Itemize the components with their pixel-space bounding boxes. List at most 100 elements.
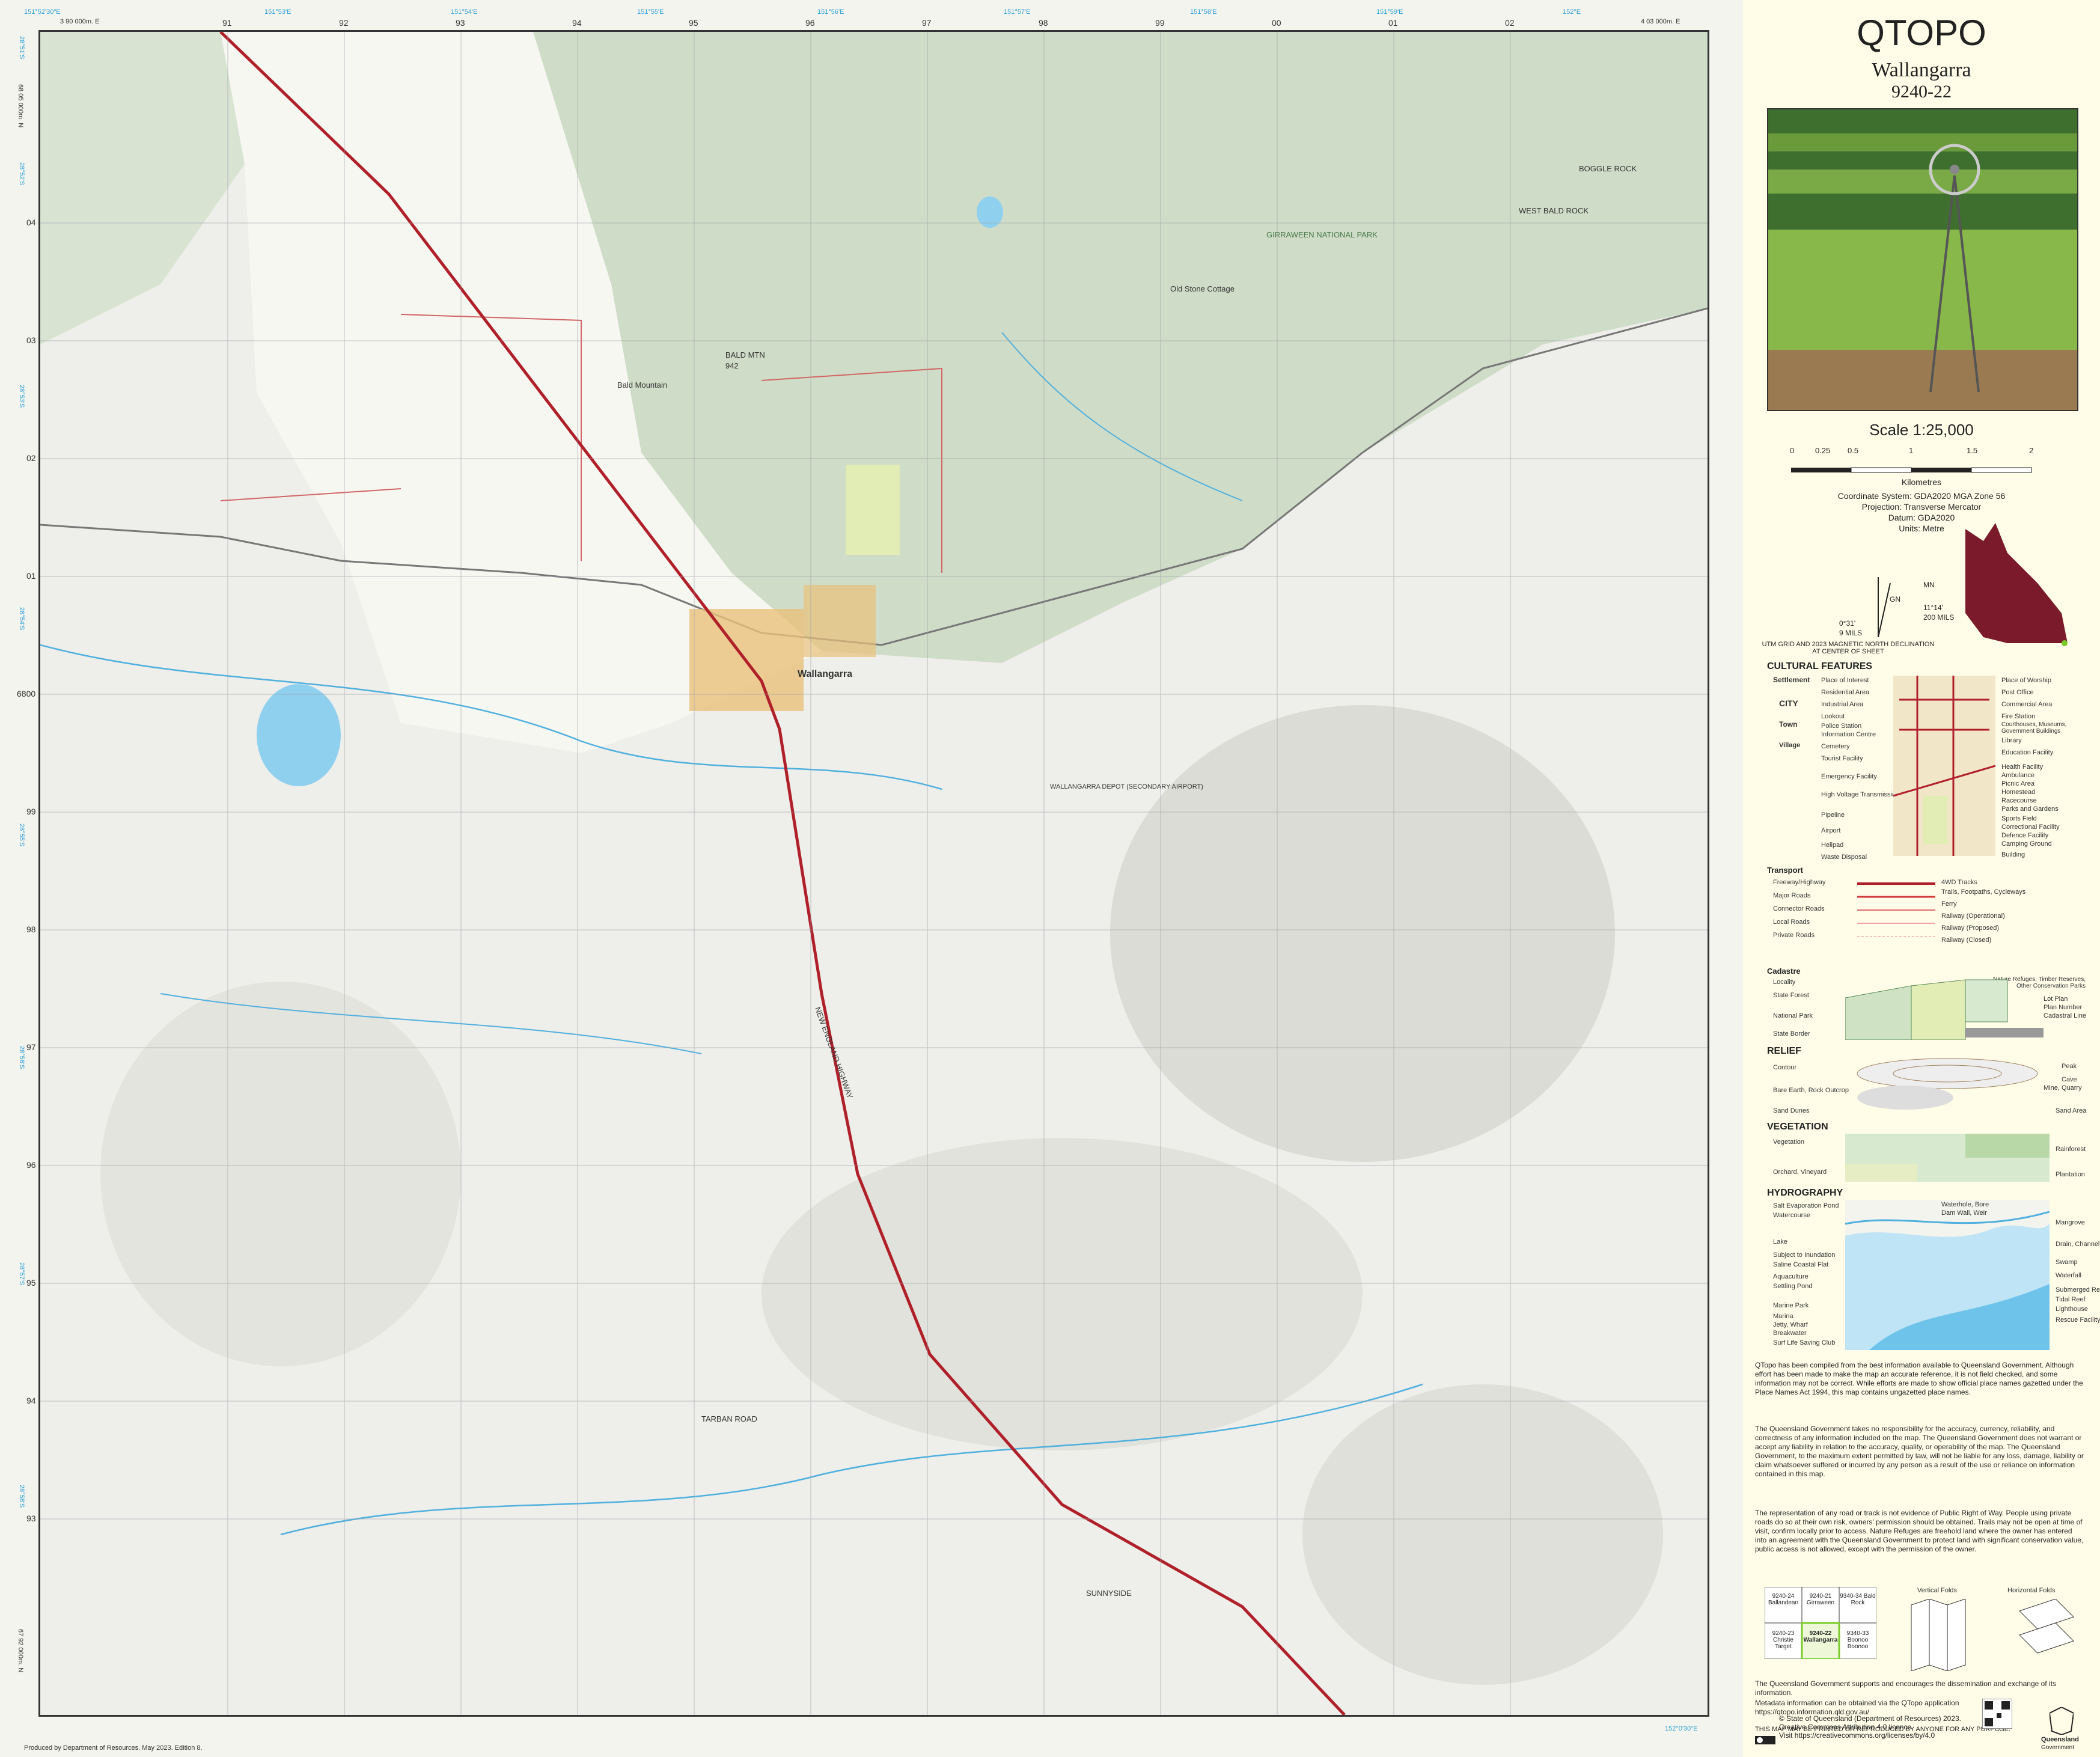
- legend-item: Lookout: [1821, 713, 1845, 720]
- legend-cadastre-header: Cadastre: [1767, 967, 1801, 976]
- place-wallangarra: Wallangarra: [798, 669, 852, 679]
- copyright-line: © State of Queensland (Department of Res…: [1779, 1714, 1962, 1723]
- legend-item: Library: [2001, 737, 2022, 744]
- legend-item: Contour: [1773, 1064, 1797, 1071]
- grid-label: 6800: [17, 689, 36, 698]
- scale-tick: 2: [2029, 446, 2034, 455]
- legend-item: State Forest: [1773, 992, 1809, 999]
- legend-item: Residential Area: [1821, 689, 1870, 696]
- legend-cultural-header: CULTURAL FEATURES: [1767, 661, 1873, 671]
- gn-label: GN: [1890, 595, 1900, 603]
- map-subtitle: Wallangarra: [1872, 59, 1971, 81]
- longitude-label: 151°56'E: [817, 8, 844, 16]
- legend-city: CITY: [1779, 698, 1798, 708]
- forest-area-nw: [40, 32, 245, 344]
- grid-label: 94: [572, 18, 582, 28]
- legend-item: Industrial Area: [1821, 701, 1864, 708]
- legend-item: Cemetery: [1821, 743, 1850, 750]
- place-tarban-road: TARBAN ROAD: [701, 1414, 757, 1423]
- legend-item: State Border: [1773, 1030, 1810, 1037]
- place-old-stone-cottage: Old Stone Cottage: [1170, 284, 1235, 293]
- grid-label: 96: [26, 1160, 36, 1170]
- legend-item: Railway (Proposed): [1941, 924, 1999, 932]
- legend-item: Marina: [1773, 1313, 1793, 1320]
- legend-item: Saline Coastal Flat: [1773, 1261, 1829, 1268]
- legend-item: Railway (Closed): [1941, 937, 1992, 944]
- legend-item: Marine Park: [1773, 1302, 1809, 1309]
- qr-code-icon: [1982, 1699, 2012, 1729]
- legend-hydro-graphic: [1845, 1200, 2050, 1350]
- legend-item: Waste Disposal: [1821, 854, 1867, 861]
- grid-label: 03: [26, 335, 36, 345]
- scale-label: Scale 1:25,000: [1869, 421, 1974, 439]
- latitude-label: 28°54'S: [18, 607, 25, 631]
- legend-item: Submerged Reef: [2056, 1286, 2100, 1294]
- longitude-label: 151°53'E: [264, 8, 291, 16]
- legend-item: Subject to Inundation: [1773, 1251, 1836, 1259]
- scale-tick: 1: [1909, 446, 1914, 455]
- legend-item: Building: [2001, 851, 2025, 858]
- queensland-locator-map: [1965, 523, 2068, 646]
- legend-item: Cadastral Line: [2044, 1012, 2086, 1019]
- cover-photo: [1767, 108, 2078, 411]
- legend-item: Dam Wall, Weir: [1941, 1209, 1987, 1217]
- legend-item: Aquaculture: [1773, 1273, 1809, 1280]
- park-area: [846, 465, 900, 555]
- grid-label: 94: [26, 1396, 36, 1405]
- legend-item: Racecourse: [2001, 797, 2037, 804]
- mn-label: MN: [1923, 581, 1935, 589]
- legend-item: Place of Worship: [2001, 677, 2051, 684]
- vertical-folds-label: Vertical Folds: [1917, 1587, 1958, 1594]
- index-cell: 9240-21 Girraween: [1806, 1593, 1835, 1606]
- map-title: QTOPO: [1857, 13, 1986, 53]
- longitude-label: 151°52'30"E: [24, 8, 61, 16]
- place-girraween: GIRRAWEEN NATIONAL PARK: [1266, 230, 1378, 239]
- grid-corner-label: 3 90 000m. E: [60, 18, 100, 25]
- grid-label: 98: [26, 924, 36, 934]
- mn-value: 11°14': [1923, 603, 1943, 612]
- legend-vegetation-graphic: [1845, 1134, 2050, 1182]
- lake: [257, 684, 341, 786]
- legend-settlement: Settlement: [1773, 676, 1810, 684]
- legend-item: Waterhole, Bore: [1941, 1201, 1989, 1208]
- map-frame[interactable]: Wallangarra BALD MTN 942 Bald Mountain G…: [38, 30, 1709, 1717]
- longitude-label: 151°55'E: [637, 8, 664, 16]
- grid-corner-label: 67 92 000m. N: [17, 1629, 24, 1673]
- disclaimer-para-1: QTopo has been compiled from the best in…: [1755, 1361, 2083, 1396]
- grid-label: 99: [26, 807, 36, 816]
- legend-item: Rescue Facility: [2056, 1316, 2100, 1324]
- longitude-label: 151°59'E: [1376, 8, 1403, 16]
- legend-item: Sand Area: [2056, 1107, 2087, 1114]
- longitude-label: 151°57'E: [1004, 8, 1031, 16]
- legend-item: Tidal Reef: [2056, 1296, 2086, 1303]
- legend-item: Information Centre: [1821, 731, 1876, 738]
- legend-town-graphic: [1893, 676, 1995, 856]
- legend-item: Airport: [1821, 827, 1841, 834]
- legend-item: Courthouses, Museums, Government Buildin…: [2001, 721, 2067, 735]
- projection: Projection: Transverse Mercator: [1861, 502, 1982, 512]
- legend-item: Post Office: [2001, 689, 2034, 696]
- map-sidebar: QTOPO Wallangarra 9240-22 Scale 1:25,000…: [1743, 0, 2100, 1757]
- place-defence-depot: WALLANGARRA DEPOT (SECONDARY AIRPORT): [1050, 783, 1203, 790]
- legend-item: Waterfall: [2056, 1272, 2081, 1279]
- legend-town: Town: [1779, 720, 1798, 729]
- coordinate-system: Coordinate System: GDA2020 MGA Zone 56: [1837, 491, 2006, 501]
- fold-diagrams: [1911, 1599, 2074, 1671]
- tn-value: 0°31': [1839, 619, 1856, 628]
- scale-tick: 0: [1790, 446, 1795, 455]
- legend-item: Mangrove: [2056, 1219, 2085, 1226]
- grid-label: 95: [689, 18, 698, 28]
- legend-item: Plan Number: [2044, 1004, 2083, 1011]
- legend-item: Trails, Footpaths, Cycleways: [1941, 888, 2026, 896]
- legend-item: Jetty, Wharf: [1773, 1321, 1808, 1328]
- latitude-label: 28°52'S: [18, 162, 25, 186]
- legend-item: Sports Field: [2001, 815, 2037, 822]
- grid-label: 99: [1155, 18, 1165, 28]
- legend-item: Salt Evaporation Pond: [1773, 1202, 1839, 1209]
- production-credit: Produced by Department of Resources. May…: [24, 1744, 203, 1752]
- legend-item: Peak: [2062, 1063, 2077, 1070]
- relief-patch: [100, 982, 461, 1366]
- legend-relief-graphic: [1857, 1058, 2038, 1110]
- grid-label: 93: [26, 1514, 36, 1523]
- topographic-map[interactable]: [40, 32, 1708, 1715]
